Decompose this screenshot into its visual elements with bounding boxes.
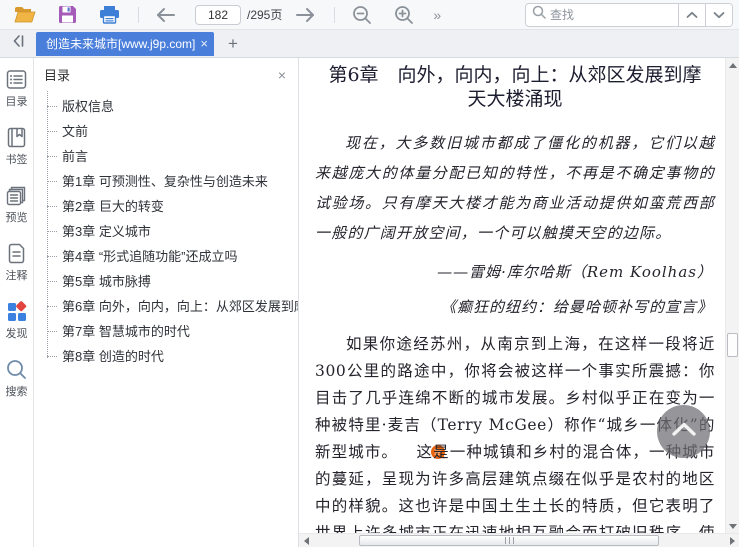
toc-list-icon xyxy=(5,68,28,93)
scrollbar-grip xyxy=(504,537,514,544)
sidebar-item-toc[interactable]: 目录 xyxy=(5,68,28,109)
toc-item[interactable]: 第4章 “形式追随功能”还成立吗 xyxy=(34,243,298,268)
vertical-scrollbar-thumb[interactable] xyxy=(727,333,738,357)
sidebar-item-label: 书签 xyxy=(5,154,28,166)
new-tab-button[interactable]: + xyxy=(228,35,238,52)
toc-item[interactable]: 第5章 城市脉搏 xyxy=(34,268,298,293)
chapter-epigraph: 现在，大多数旧城市都成了僵化的机器，它们以越来越庞大的体量分配已知的特性，不再是… xyxy=(315,134,715,242)
chevron-up-icon xyxy=(671,421,697,442)
left-sidebar: 目录 书签 预览 注释 发现 搜索 xyxy=(0,58,34,547)
document-tab[interactable]: 创造未来城市[www.j9p.com].pdf × xyxy=(36,31,214,56)
scroll-down-arrow[interactable] xyxy=(726,519,739,533)
arrow-right-icon xyxy=(295,7,315,23)
toc-close-icon[interactable]: × xyxy=(278,68,286,82)
find-previous-button[interactable] xyxy=(678,3,705,26)
tab-bar: 创造未来城市[www.j9p.com].pdf × + xyxy=(0,30,739,58)
search-input[interactable] xyxy=(550,7,668,22)
back-to-top-button[interactable] xyxy=(657,405,710,458)
save-button[interactable] xyxy=(54,3,80,27)
toc-item[interactable]: 前言 xyxy=(34,143,298,168)
print-button[interactable] xyxy=(96,3,122,27)
search-box xyxy=(526,4,678,26)
toc-item[interactable]: 第1章 可预测性、复杂性与创造未来 xyxy=(34,168,298,193)
tab-close-icon[interactable]: × xyxy=(200,37,208,50)
epigraph-source: 《癫狂的纽约：给曼哈顿补写的宣言》 xyxy=(440,298,713,316)
magnifier-plus-icon xyxy=(394,5,414,25)
sidebar-item-annotations[interactable]: 注释 xyxy=(5,242,28,283)
printer-icon xyxy=(99,5,120,24)
toc-panel-header: 目录 × xyxy=(34,58,298,89)
toc-panel-title: 目录 xyxy=(44,68,71,83)
vertical-scrollbar[interactable] xyxy=(725,58,739,533)
body-paragraph: 如果你途经苏州，从南京到上海，在这样一段将近300公里的路途中，你将会被这样一个… xyxy=(315,331,715,533)
stacked-pages-icon xyxy=(5,184,28,209)
zoom-in-button[interactable] xyxy=(391,3,417,27)
pdf-reader-app: /295页 » 创造未来城市 xyxy=(0,0,739,547)
toc-list: 版权信息 文前 前言 第1章 可预测性、复杂性与创造未来 第2章 巨大的转变 第… xyxy=(34,91,298,368)
toc-item[interactable]: 文前 xyxy=(34,118,298,143)
annotation-page-icon xyxy=(5,242,28,267)
epigraph-author: ——雷姆·库尔哈斯（Rem Koolhas） xyxy=(437,263,713,281)
toolbar-divider xyxy=(138,6,139,23)
search-panel-icon xyxy=(5,358,28,383)
bookmark-book-icon xyxy=(5,126,28,151)
toc-item[interactable]: 第7章 智慧城市的时代 xyxy=(34,318,298,343)
open-file-button[interactable] xyxy=(12,3,38,27)
sidebar-item-discover[interactable]: 发现 xyxy=(5,300,28,341)
toc-item[interactable]: 第2章 巨大的转变 xyxy=(34,193,298,218)
next-page-button[interactable] xyxy=(292,3,318,27)
zoom-out-button[interactable] xyxy=(349,3,375,27)
scroll-right-arrow[interactable] xyxy=(725,534,739,547)
collapse-tab-list-button[interactable] xyxy=(6,33,30,55)
search-icon xyxy=(532,5,546,24)
sidebar-item-label: 预览 xyxy=(5,212,28,224)
pdf-page: 第6章 向外，向内，向上：从郊区发展到摩天大楼涌现 现在，大多数旧城市都成了僵化… xyxy=(299,58,725,533)
page-total-label: /295页 xyxy=(247,8,283,22)
scroll-up-arrow[interactable] xyxy=(726,58,739,72)
toc-panel: 目录 × 版权信息 文前 前言 第1章 可预测性、复杂性与创造未来 第2章 巨大… xyxy=(34,58,299,547)
toc-item[interactable]: 第3章 定义城市 xyxy=(34,218,298,243)
chevron-down-icon xyxy=(713,7,725,22)
main-area: 目录 书签 预览 注释 发现 搜索 目录 × 版权信息 文前 前言 第1章 可预… xyxy=(0,58,739,547)
sidebar-item-label: 注释 xyxy=(5,270,28,282)
toolbar: /295页 » xyxy=(0,0,739,30)
chapter-title: 第6章 向外，向内，向上：从郊区发展到摩天大楼涌现 xyxy=(328,64,702,110)
document-view: 第6章 向外，向内，向上：从郊区发展到摩天大楼涌现 现在，大多数旧城市都成了僵化… xyxy=(299,58,739,547)
toc-item[interactable]: 第6章 向外，向内，向上：从郊区发展到摩天大楼涌现 xyxy=(34,293,298,318)
folder-open-icon xyxy=(14,6,36,24)
chevron-left-bar-icon xyxy=(11,34,25,53)
sidebar-item-search[interactable]: 搜索 xyxy=(5,358,28,399)
previous-page-button[interactable] xyxy=(153,3,179,27)
chevron-up-icon xyxy=(686,7,698,22)
magnifier-minus-icon xyxy=(352,5,372,25)
annotation-note-icon[interactable] xyxy=(399,442,446,459)
toc-item[interactable]: 版权信息 xyxy=(34,93,298,118)
scroll-left-arrow[interactable] xyxy=(299,534,313,547)
horizontal-scrollbar[interactable] xyxy=(299,533,739,547)
horizontal-scrollbar-thumb[interactable] xyxy=(359,535,659,546)
more-tools-button[interactable]: » xyxy=(433,7,441,23)
sidebar-item-label: 发现 xyxy=(5,328,28,340)
sidebar-item-bookmarks[interactable]: 书签 xyxy=(5,126,28,167)
sidebar-item-preview[interactable]: 预览 xyxy=(5,184,28,225)
save-floppy-icon xyxy=(58,5,77,24)
arrow-left-icon xyxy=(156,7,176,23)
sidebar-item-label: 目录 xyxy=(5,96,28,108)
discover-grid-icon xyxy=(5,300,28,325)
search-group xyxy=(525,2,733,27)
find-next-button[interactable] xyxy=(705,3,732,26)
sidebar-item-label: 搜索 xyxy=(5,386,28,398)
page-number-input[interactable] xyxy=(195,4,241,25)
document-tab-label: 创造未来城市[www.j9p.com].pdf xyxy=(46,37,196,51)
toolbar-divider xyxy=(334,6,336,23)
toc-item[interactable]: 第8章 创造的时代 xyxy=(34,343,298,368)
